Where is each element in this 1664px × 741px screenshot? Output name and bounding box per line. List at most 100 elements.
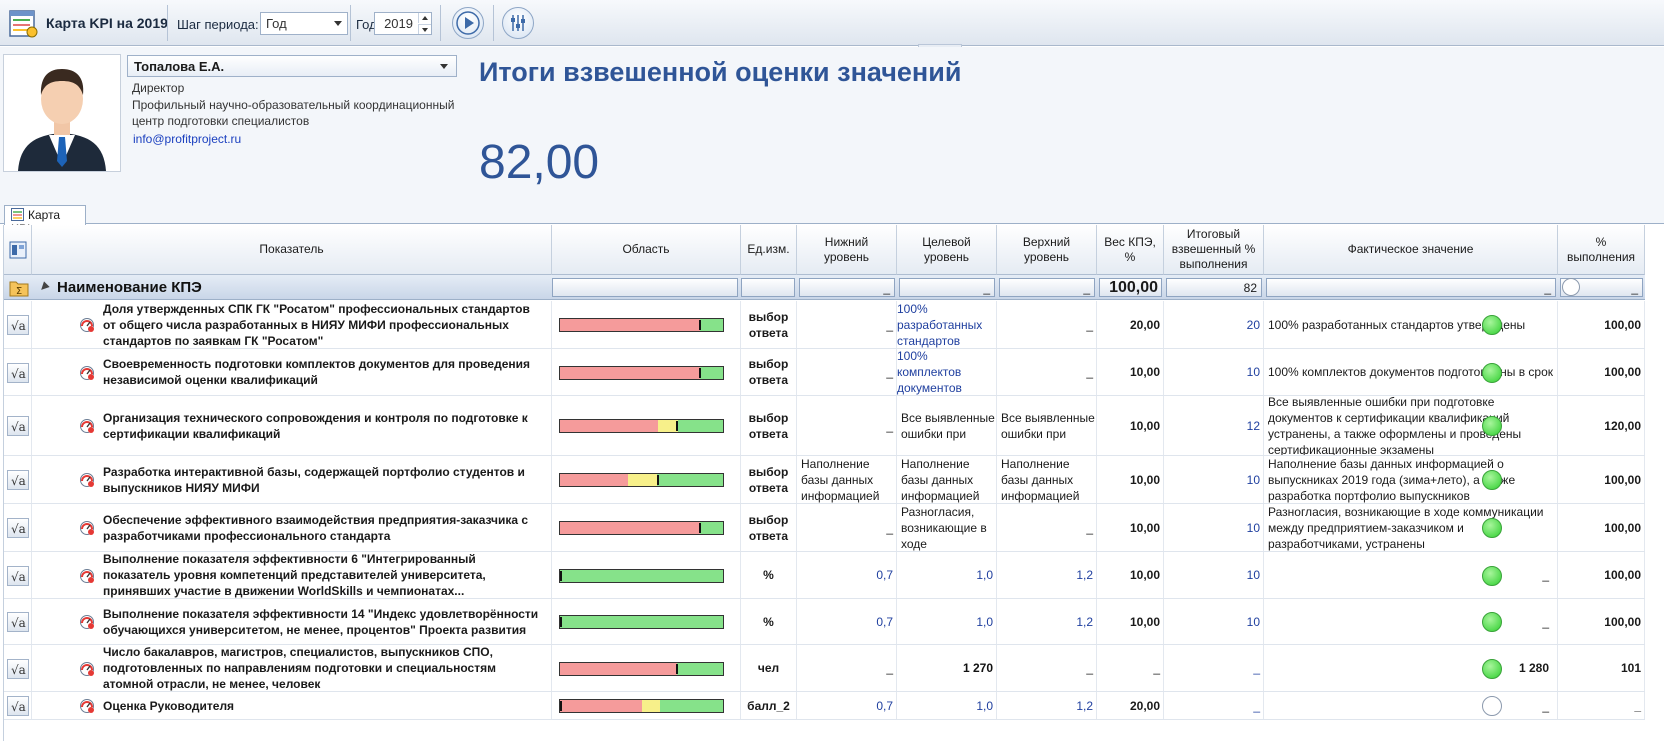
target-level-cell: 100% разработанных стандартов bbox=[897, 301, 997, 348]
status-green-icon bbox=[1482, 518, 1502, 538]
actual-value-cell: 100% комплектов документов подготовлены … bbox=[1264, 349, 1558, 395]
row-formula-button[interactable]: √a bbox=[7, 518, 29, 538]
kpi-map-icon bbox=[9, 10, 38, 38]
employee-org-line2: центр подготовки специалистов bbox=[132, 114, 310, 128]
employee-select[interactable]: Топалова Е.А. bbox=[127, 55, 457, 77]
weight-cell: 20,00 bbox=[1097, 692, 1164, 719]
kpi-gauge-icon bbox=[79, 698, 95, 714]
indicator-name: Число бакалавров, магистров, специалисто… bbox=[99, 645, 552, 691]
settings-button[interactable] bbox=[502, 7, 534, 39]
app-title: Карта KPI на 2019 bbox=[46, 15, 168, 31]
column-header-upper[interactable]: Верхний уровень bbox=[997, 225, 1097, 275]
summary-title: Итоги взвешенной оценки значений bbox=[479, 57, 962, 87]
year-stepper[interactable]: 2019 bbox=[374, 12, 432, 35]
svg-text:√a: √a bbox=[11, 663, 26, 677]
column-header-indicator[interactable]: Показатель bbox=[32, 225, 552, 275]
table-row[interactable]: √a Своевременность подготовки комплектов … bbox=[4, 349, 1645, 396]
table-row[interactable]: √a Доля утвержденных СПК ГК "Росатом" про… bbox=[4, 301, 1645, 349]
weighted-cell: _ bbox=[1164, 645, 1264, 691]
table-row[interactable]: √a Обеспечение эффективного взаимодействи… bbox=[4, 504, 1645, 552]
spin-up-icon[interactable] bbox=[418, 13, 431, 23]
kpi-gauge-icon bbox=[79, 418, 95, 434]
column-header-unit[interactable]: Ед.изм. bbox=[741, 225, 797, 275]
row-formula-button[interactable]: √a bbox=[7, 416, 29, 436]
percent-cell: 100,00 bbox=[1558, 599, 1645, 644]
indicator-name: Обеспечение эффективного взаимодействия … bbox=[99, 504, 552, 551]
upper-level-cell: _ bbox=[997, 301, 1097, 348]
actual-value-cell: 100% разработанных стандартов утверждены bbox=[1264, 301, 1558, 348]
table-row[interactable]: √a Выполнение показателя эффективности 14… bbox=[4, 599, 1645, 645]
column-header-actual[interactable]: Фактическое значение bbox=[1264, 225, 1558, 275]
tab-strip: Карта KPI bbox=[0, 205, 1664, 236]
period-step-select[interactable]: Год bbox=[260, 12, 348, 35]
upper-level-cell: 1,2 bbox=[997, 692, 1097, 719]
summary-score: 82,00 bbox=[479, 136, 600, 189]
row-formula-button[interactable]: √a bbox=[7, 363, 29, 383]
kpi-gauge-icon bbox=[79, 661, 95, 677]
employee-email-link[interactable]: info@profitproject.ru bbox=[133, 132, 241, 146]
bar-marker bbox=[676, 664, 678, 674]
row-formula-button[interactable]: √a bbox=[7, 659, 29, 679]
column-header-weighted[interactable]: Итоговый взвешенный % выполнения bbox=[1164, 225, 1264, 275]
column-header-lower[interactable]: Нижний уровень bbox=[797, 225, 897, 275]
target-level-cell: Разногласия, возникающие в ходе bbox=[897, 504, 997, 551]
tab-kpi-map[interactable]: Карта KPI bbox=[4, 205, 86, 236]
status-green-icon bbox=[1482, 416, 1502, 436]
kpi-range-bar bbox=[559, 521, 724, 535]
bar-segment-red bbox=[560, 522, 700, 534]
group-title: Наименование КПЭ bbox=[57, 279, 202, 296]
employee-position: Директор bbox=[132, 81, 185, 95]
table-row[interactable]: √a Число бакалавров, магистров, специалис… bbox=[4, 645, 1645, 692]
weight-cell: 20,00 bbox=[1097, 301, 1164, 348]
unit-cell: % bbox=[741, 599, 797, 644]
weighted-cell: 12 bbox=[1164, 396, 1264, 455]
bar-segment-red bbox=[560, 474, 628, 486]
sum-folder-icon: Σ bbox=[9, 281, 29, 297]
row-formula-button[interactable]: √a bbox=[7, 566, 29, 586]
column-header-percent[interactable]: % выполнения bbox=[1558, 225, 1645, 275]
svg-text:√a: √a bbox=[11, 319, 26, 333]
weighted-cell: 10 bbox=[1164, 349, 1264, 395]
weighted-cell: 20 bbox=[1164, 301, 1264, 348]
row-formula-button[interactable]: √a bbox=[7, 612, 29, 632]
percent-cell: _ bbox=[1558, 692, 1645, 719]
row-formula-button[interactable]: √a bbox=[7, 696, 29, 716]
run-button[interactable] bbox=[452, 7, 484, 39]
table-row[interactable]: √a Оценка Руководителя балл_2 0,7 1,0 1,2 20,0… bbox=[4, 692, 1645, 720]
formula-icon: √a bbox=[11, 663, 26, 677]
actual-value-cell: _ bbox=[1264, 692, 1558, 719]
bar-marker bbox=[560, 701, 562, 711]
upper-level-cell: _ bbox=[997, 504, 1097, 551]
column-chooser-button[interactable] bbox=[4, 225, 32, 275]
weight-cell: _ bbox=[1097, 645, 1164, 691]
kpi-gauge-icon bbox=[79, 614, 95, 630]
group-row[interactable]: Σ Наименование КПЭ _ _ _ 100,00 82 _ _ bbox=[4, 275, 1645, 300]
kpi-map-icon bbox=[11, 208, 24, 221]
table-row[interactable]: √a Организация технического сопровождения… bbox=[4, 396, 1645, 456]
bar-segment-red bbox=[560, 420, 658, 432]
percent-cell: 100,00 bbox=[1558, 552, 1645, 598]
target-level-cell: 1 270 bbox=[897, 645, 997, 691]
group-upper-cell: _ bbox=[999, 278, 1095, 297]
svg-text:√a: √a bbox=[11, 522, 26, 536]
row-formula-button[interactable]: √a bbox=[7, 470, 29, 490]
unit-cell: выбор ответа bbox=[741, 456, 797, 503]
column-header-weight[interactable]: Вес КПЭ, % bbox=[1097, 225, 1164, 275]
upper-level-cell: _ bbox=[997, 349, 1097, 395]
weighted-cell: 10 bbox=[1164, 552, 1264, 598]
unit-cell: балл_2 bbox=[741, 692, 797, 719]
formula-icon: √a bbox=[11, 570, 26, 584]
sliders-icon bbox=[511, 15, 525, 31]
table-row[interactable]: √a Разработка интерактивной базы, содержа… bbox=[4, 456, 1645, 504]
percent-cell: 101 bbox=[1558, 645, 1645, 691]
table-row[interactable]: √a Выполнение показателя эффективности 6 … bbox=[4, 552, 1645, 599]
collapse-arrow-icon[interactable] bbox=[38, 281, 50, 293]
actual-value-cell: 1 280 bbox=[1264, 645, 1558, 691]
row-formula-button[interactable]: √a bbox=[7, 315, 29, 335]
column-header-target[interactable]: Целевой уровень bbox=[897, 225, 997, 275]
upper-level-cell: 1,2 bbox=[997, 552, 1097, 598]
percent-cell: 100,00 bbox=[1558, 301, 1645, 348]
column-header-area[interactable]: Область bbox=[552, 225, 741, 275]
spin-down-icon[interactable] bbox=[418, 24, 431, 34]
svg-text:√a: √a bbox=[11, 367, 26, 381]
